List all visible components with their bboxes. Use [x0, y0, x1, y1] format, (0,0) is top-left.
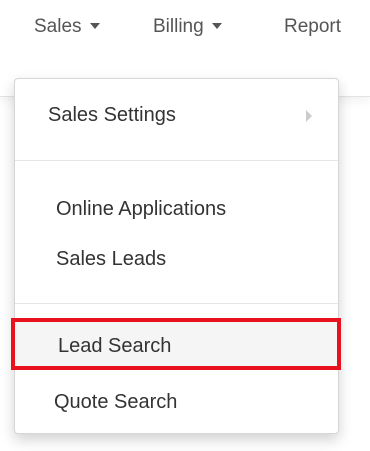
menu-item-label: Sales Settings — [48, 104, 176, 126]
menu-item-label: Lead Search — [58, 335, 172, 357]
menu-item-sales-leads[interactable]: Sales Leads — [15, 241, 338, 277]
nav-billing-label: Billing — [153, 16, 204, 37]
nav-sales-label: Sales — [34, 16, 82, 37]
menu-divider — [15, 303, 338, 304]
chevron-down-icon — [211, 22, 222, 29]
sales-dropdown-menu: Sales Settings Online Applications Sales… — [11, 78, 341, 434]
nav-reports-label: Report — [284, 16, 342, 37]
menu-item-label: Online Applications — [56, 198, 227, 220]
nav-billing-menu[interactable]: Billing — [153, 14, 222, 40]
menu-item-label: Sales Leads — [56, 248, 167, 270]
menu-item-online-applications[interactable]: Online Applications — [15, 191, 338, 227]
menu-item-lead-search[interactable]: Lead Search — [11, 318, 341, 370]
chevron-down-icon — [89, 22, 100, 29]
menu-item-sales-settings[interactable]: Sales Settings — [15, 97, 338, 133]
menu-item-label: Quote Search — [54, 391, 178, 413]
nav-reports-menu[interactable]: Report — [284, 14, 341, 40]
chevron-right-icon — [306, 110, 312, 122]
menu-divider — [15, 160, 338, 161]
nav-sales-menu[interactable]: Sales — [34, 14, 100, 40]
menu-item-quote-search[interactable]: Quote Search — [15, 384, 338, 420]
